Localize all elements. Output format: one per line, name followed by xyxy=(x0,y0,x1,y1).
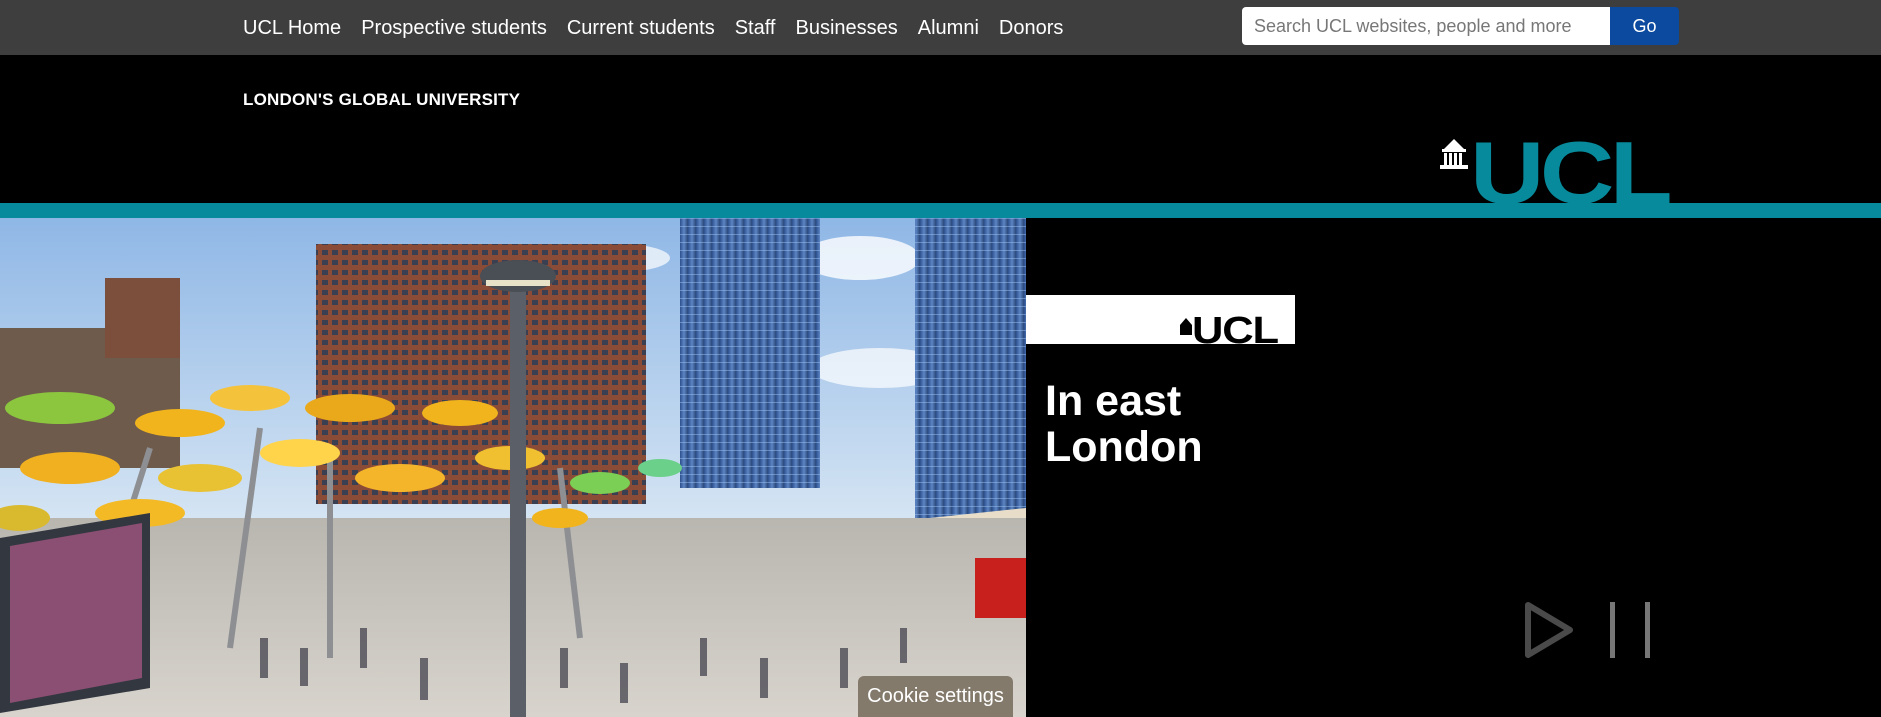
nav-link-ucl-home[interactable]: UCL Home xyxy=(243,15,341,41)
nav-link-alumni[interactable]: Alumni xyxy=(918,15,979,41)
nav-link-businesses[interactable]: Businesses xyxy=(795,15,897,41)
hero-banner: UCL In east London xyxy=(0,218,1881,717)
play-icon[interactable] xyxy=(1524,601,1574,659)
search-go-button[interactable]: Go xyxy=(1610,7,1679,45)
search-form: Go xyxy=(1242,7,1679,45)
nav-link-current-students[interactable]: Current students xyxy=(567,15,715,41)
ucl-logo: UCL xyxy=(1440,137,1670,203)
portico-icon xyxy=(1440,139,1468,169)
global-nav: UCL Home Prospective students Current st… xyxy=(243,15,1083,41)
hero-title: In east London xyxy=(1045,377,1203,471)
cookie-settings-button[interactable]: Cookie settings xyxy=(858,676,1013,717)
search-input[interactable] xyxy=(1242,7,1610,45)
nav-link-donors[interactable]: Donors xyxy=(999,15,1063,41)
svg-text:UCL: UCL xyxy=(1192,310,1279,345)
teal-divider xyxy=(0,203,1881,218)
svg-text:UCL: UCL xyxy=(1470,137,1670,203)
pause-icon[interactable] xyxy=(1608,602,1652,658)
site-header: LONDON'S GLOBAL UNIVERSITY UCL xyxy=(0,55,1881,203)
top-navigation-bar: UCL Home Prospective students Current st… xyxy=(0,0,1881,55)
nav-link-staff[interactable]: Staff xyxy=(735,15,776,41)
hero-image-stratford xyxy=(0,218,1026,717)
panel-ucl-logo: UCL xyxy=(1026,295,1295,345)
nav-link-prospective-students[interactable]: Prospective students xyxy=(361,15,547,41)
tagline: LONDON'S GLOBAL UNIVERSITY xyxy=(243,90,521,109)
